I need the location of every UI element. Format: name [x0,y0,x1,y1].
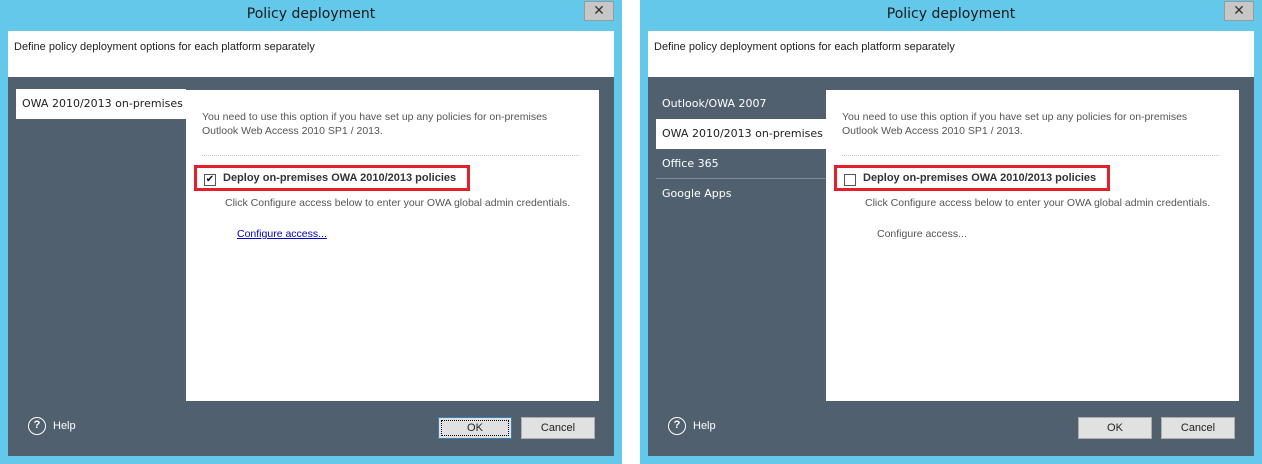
title-bar: Policy deployment ✕ [640,0,1262,31]
platform-nav: Outlook/OWA 2007 OWA 2010/2013 on-premis… [656,89,826,209]
nav-item-owa-2010-2013[interactable]: OWA 2010/2013 on-premises [656,119,826,149]
options-panel: You need to use this option if you have … [826,90,1239,401]
nav-item-outlook-owa-2007[interactable]: Outlook/OWA 2007 [656,89,826,119]
dialog-title: Policy deployment [246,6,376,22]
intro-text: You need to use this option if you have … [842,111,1188,137]
dialog-title: Policy deployment [886,6,1016,22]
description-text: Define policy deployment options for eac… [654,41,955,53]
help-button[interactable]: ? Help [28,417,76,435]
description-area: Define policy deployment options for eac… [8,31,614,77]
divider [842,155,1219,156]
deploy-checkbox-label[interactable]: Deploy on-premises OWA 2010/2013 policie… [863,172,1096,184]
divider [202,155,579,156]
description-text: Define policy deployment options for eac… [14,41,315,53]
configure-access-link[interactable]: Configure access... [237,228,327,240]
help-icon: ? [668,417,686,435]
close-icon: ✕ [593,3,605,19]
cancel-button[interactable]: Cancel [521,417,595,439]
configure-access-link[interactable]: Configure access... [877,228,967,240]
nav-item-google-apps[interactable]: Google Apps [656,179,826,209]
nav-item-office-365[interactable]: Office 365 [656,149,826,179]
help-button[interactable]: ? Help [668,417,716,435]
help-icon: ? [28,417,46,435]
deploy-checkbox[interactable] [844,174,856,186]
help-label: Help [693,420,716,432]
deploy-checkbox[interactable]: ✔ [204,174,216,186]
help-label: Help [53,420,76,432]
deploy-checkbox-label[interactable]: Deploy on-premises OWA 2010/2013 policie… [223,172,456,184]
deploy-option-highlight: Deploy on-premises OWA 2010/2013 policie… [834,165,1110,191]
close-icon: ✕ [1233,3,1245,19]
cancel-button[interactable]: Cancel [1161,417,1235,439]
options-panel: You need to use this option if you have … [186,90,599,401]
nav-item-owa-2010-2013[interactable]: OWA 2010/2013 on-premises [16,89,186,119]
ok-button[interactable]: OK [1078,417,1152,439]
policy-deployment-dialog-2: Policy deployment ✕ Define policy deploy… [640,0,1262,464]
intro-text: You need to use this option if you have … [202,111,548,137]
checkmark-icon: ✔ [205,174,215,185]
dialog-body: OWA 2010/2013 on-premises You need to us… [8,77,614,456]
close-button[interactable]: ✕ [1224,1,1254,21]
platform-nav: OWA 2010/2013 on-premises [16,89,186,119]
ok-button[interactable]: OK [438,417,512,439]
credentials-hint: Click Configure access below to enter yo… [225,197,571,209]
credentials-hint: Click Configure access below to enter yo… [865,197,1211,209]
deploy-option-highlight: ✔ Deploy on-premises OWA 2010/2013 polic… [194,165,470,191]
dialog-body: Outlook/OWA 2007 OWA 2010/2013 on-premis… [648,77,1254,456]
close-button[interactable]: ✕ [584,1,614,21]
description-area: Define policy deployment options for eac… [648,31,1254,77]
title-bar: Policy deployment ✕ [0,0,622,31]
policy-deployment-dialog-1: Policy deployment ✕ Define policy deploy… [0,0,622,464]
